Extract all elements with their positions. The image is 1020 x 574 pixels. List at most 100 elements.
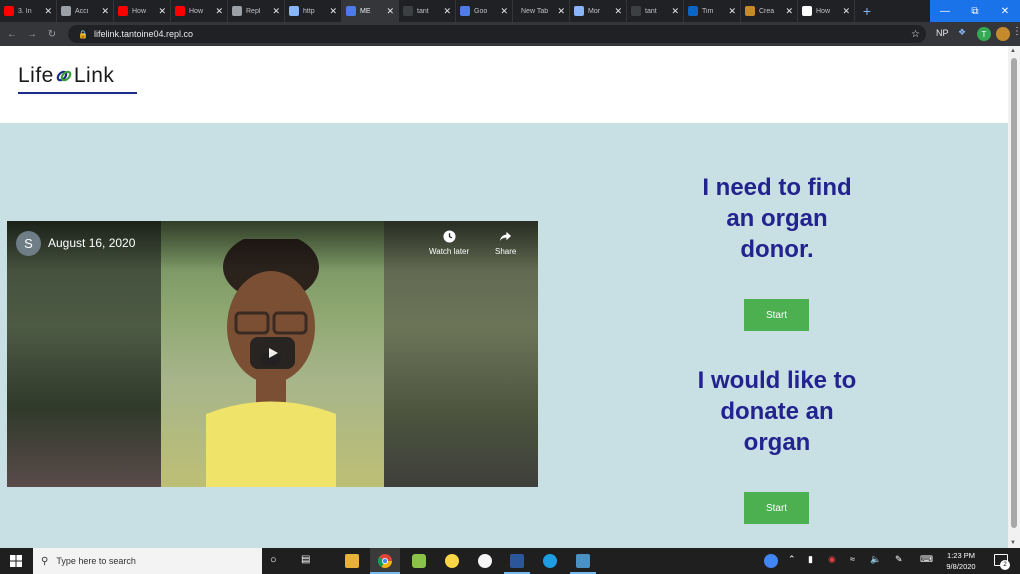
browser-tab[interactable]: MÉ ✕ xyxy=(342,0,399,22)
play-button[interactable] xyxy=(250,337,295,369)
watch-later-button[interactable]: Watch later xyxy=(429,230,469,256)
tab-favicon-icon xyxy=(460,6,470,16)
browser-tab[interactable]: tant ✕ xyxy=(627,0,684,22)
browser-tab[interactable]: How ✕ xyxy=(798,0,855,22)
tab-close-icon[interactable]: ✕ xyxy=(101,6,109,17)
find-donor-start-button[interactable]: Start xyxy=(744,299,809,331)
minimize-button[interactable]: — xyxy=(930,0,960,22)
browser-tab[interactable]: http ✕ xyxy=(285,0,342,22)
browser-tab[interactable]: Mor ✕ xyxy=(570,0,627,22)
forward-icon[interactable]: → xyxy=(24,29,40,40)
minecraft-icon[interactable] xyxy=(412,554,426,568)
taskbar-clock[interactable]: 1:23 PM 9/8/2020 xyxy=(940,550,982,572)
tab-close-icon[interactable]: ✕ xyxy=(842,6,850,17)
close-window-button[interactable]: ✕ xyxy=(990,0,1020,22)
video-title[interactable]: August 16, 2020 xyxy=(48,236,135,250)
tab-favicon-icon xyxy=(745,6,755,16)
help-tray-icon[interactable] xyxy=(764,554,778,568)
tab-close-icon[interactable]: ✕ xyxy=(557,6,565,17)
edge-icon[interactable] xyxy=(543,554,557,568)
file-explorer-icon[interactable] xyxy=(345,554,359,568)
scroll-down-icon[interactable]: ▼ xyxy=(1010,540,1016,546)
bookmark-star-icon[interactable]: ☆ xyxy=(911,29,920,40)
volume-icon[interactable]: 🔈 xyxy=(870,554,881,565)
channel-avatar[interactable]: S xyxy=(16,231,41,256)
logo-underline xyxy=(18,92,137,94)
sticky-app-icon[interactable] xyxy=(445,554,459,568)
share-button[interactable]: Share xyxy=(495,230,516,256)
screen: 3. In ✕ Acci ✕ How ✕ How ✕ Repl ✕ http ✕ MÉ ✕ tant ✕ Goo… xyxy=(0,0,1020,574)
tab-close-icon[interactable]: ✕ xyxy=(785,6,793,17)
new-tab-button[interactable]: + xyxy=(855,0,879,22)
browser-tab[interactable]: Repl ✕ xyxy=(228,0,285,22)
share-arrow-icon xyxy=(500,231,512,242)
tab-title: Goo xyxy=(474,7,488,15)
tab-close-icon[interactable]: ✕ xyxy=(443,6,451,17)
itunes-icon[interactable] xyxy=(478,554,492,568)
tab-close-icon[interactable]: ✕ xyxy=(671,6,679,17)
tab-close-icon[interactable]: ✕ xyxy=(272,6,280,17)
tab-close-icon[interactable]: ✕ xyxy=(215,6,223,17)
scrollbar-thumb[interactable] xyxy=(1011,58,1017,528)
page-scrollbar[interactable]: ▲ ▼ xyxy=(1008,46,1020,548)
chain-link-icon xyxy=(56,70,72,82)
tab-title: 3. In xyxy=(18,7,32,15)
word-icon[interactable] xyxy=(510,554,524,568)
tab-title: Crea xyxy=(759,7,775,15)
extension-np[interactable]: NP xyxy=(936,28,949,38)
tab-close-icon[interactable]: ✕ xyxy=(329,6,337,17)
browser-tab[interactable]: How ✕ xyxy=(114,0,171,22)
keyboard-icon[interactable]: ⌨ xyxy=(920,554,933,565)
tab-title: How xyxy=(189,7,204,15)
store-icon[interactable] xyxy=(576,554,590,568)
tab-close-icon[interactable]: ✕ xyxy=(158,6,166,17)
browser-tab[interactable]: Crea ✕ xyxy=(741,0,798,22)
donate-start-button[interactable]: Start xyxy=(744,492,809,524)
logo-text-life: Life xyxy=(18,64,54,87)
antivirus-icon[interactable]: ◉ xyxy=(828,554,836,565)
site-header: Life Link xyxy=(0,46,1008,123)
profile-avatar[interactable]: T xyxy=(977,27,991,41)
tab-close-icon[interactable]: ✕ xyxy=(386,6,394,17)
browser-tab[interactable]: Goo ✕ xyxy=(456,0,513,22)
windows-start-icon[interactable] xyxy=(10,555,22,567)
browser-tab[interactable]: tant ✕ xyxy=(399,0,456,22)
task-view-icon[interactable]: ▤ xyxy=(301,554,310,565)
tab-title: http xyxy=(303,7,315,15)
taskbar-search-box[interactable]: ⚲ Type here to search xyxy=(33,548,262,574)
browser-menu-icon[interactable]: ⋮ xyxy=(1012,26,1020,37)
back-icon[interactable]: ← xyxy=(4,29,20,40)
tab-close-icon[interactable]: ✕ xyxy=(500,6,508,17)
scroll-up-icon[interactable]: ▲ xyxy=(1010,48,1016,54)
window-controls: — ⧉ ✕ xyxy=(930,0,1020,22)
tab-close-icon[interactable]: ✕ xyxy=(728,6,736,17)
tab-title: How xyxy=(816,7,831,15)
restore-button[interactable]: ⧉ xyxy=(960,0,990,22)
show-hidden-icons[interactable]: ⌃ xyxy=(788,554,796,565)
tab-close-icon[interactable]: ✕ xyxy=(44,6,52,17)
chrome-icon[interactable] xyxy=(378,554,392,568)
web-page: Life Link S August 16, 2020 Watch later … xyxy=(0,46,1008,548)
browser-tab[interactable]: New Tab ✕ xyxy=(513,0,570,22)
donate-heading: I would like to donate an organ xyxy=(646,365,908,458)
battery-icon[interactable]: ▮ xyxy=(808,554,813,565)
wifi-icon[interactable]: ≈ xyxy=(850,554,855,564)
puzzle-extension-icon[interactable]: ❖ xyxy=(958,27,966,38)
browser-tab[interactable]: Acci ✕ xyxy=(57,0,114,22)
tab-close-icon[interactable]: ✕ xyxy=(614,6,622,17)
embedded-video[interactable]: S August 16, 2020 Watch later Share xyxy=(7,221,538,487)
browser-tab[interactable]: How ✕ xyxy=(171,0,228,22)
address-bar[interactable]: 🔒 lifelink.tantoine04.repl.co ☆ xyxy=(68,25,926,43)
browser-tab[interactable]: Tim ✕ xyxy=(684,0,741,22)
clock-date: 9/8/2020 xyxy=(946,562,976,571)
cortana-icon[interactable]: ○ xyxy=(270,554,277,566)
tab-title: New Tab xyxy=(521,7,549,15)
tab-favicon-icon xyxy=(289,6,299,16)
extension-icon[interactable] xyxy=(996,27,1010,41)
browser-toolbar: ← → ↻ 🔒 lifelink.tantoine04.repl.co ☆ xyxy=(0,22,1020,46)
reload-icon[interactable]: ↻ xyxy=(44,29,60,40)
pen-icon[interactable]: ✎ xyxy=(895,554,903,565)
browser-tab[interactable]: 3. In ✕ xyxy=(0,0,57,22)
lifelink-logo[interactable]: Life Link xyxy=(18,64,137,96)
tab-favicon-icon xyxy=(232,6,242,16)
